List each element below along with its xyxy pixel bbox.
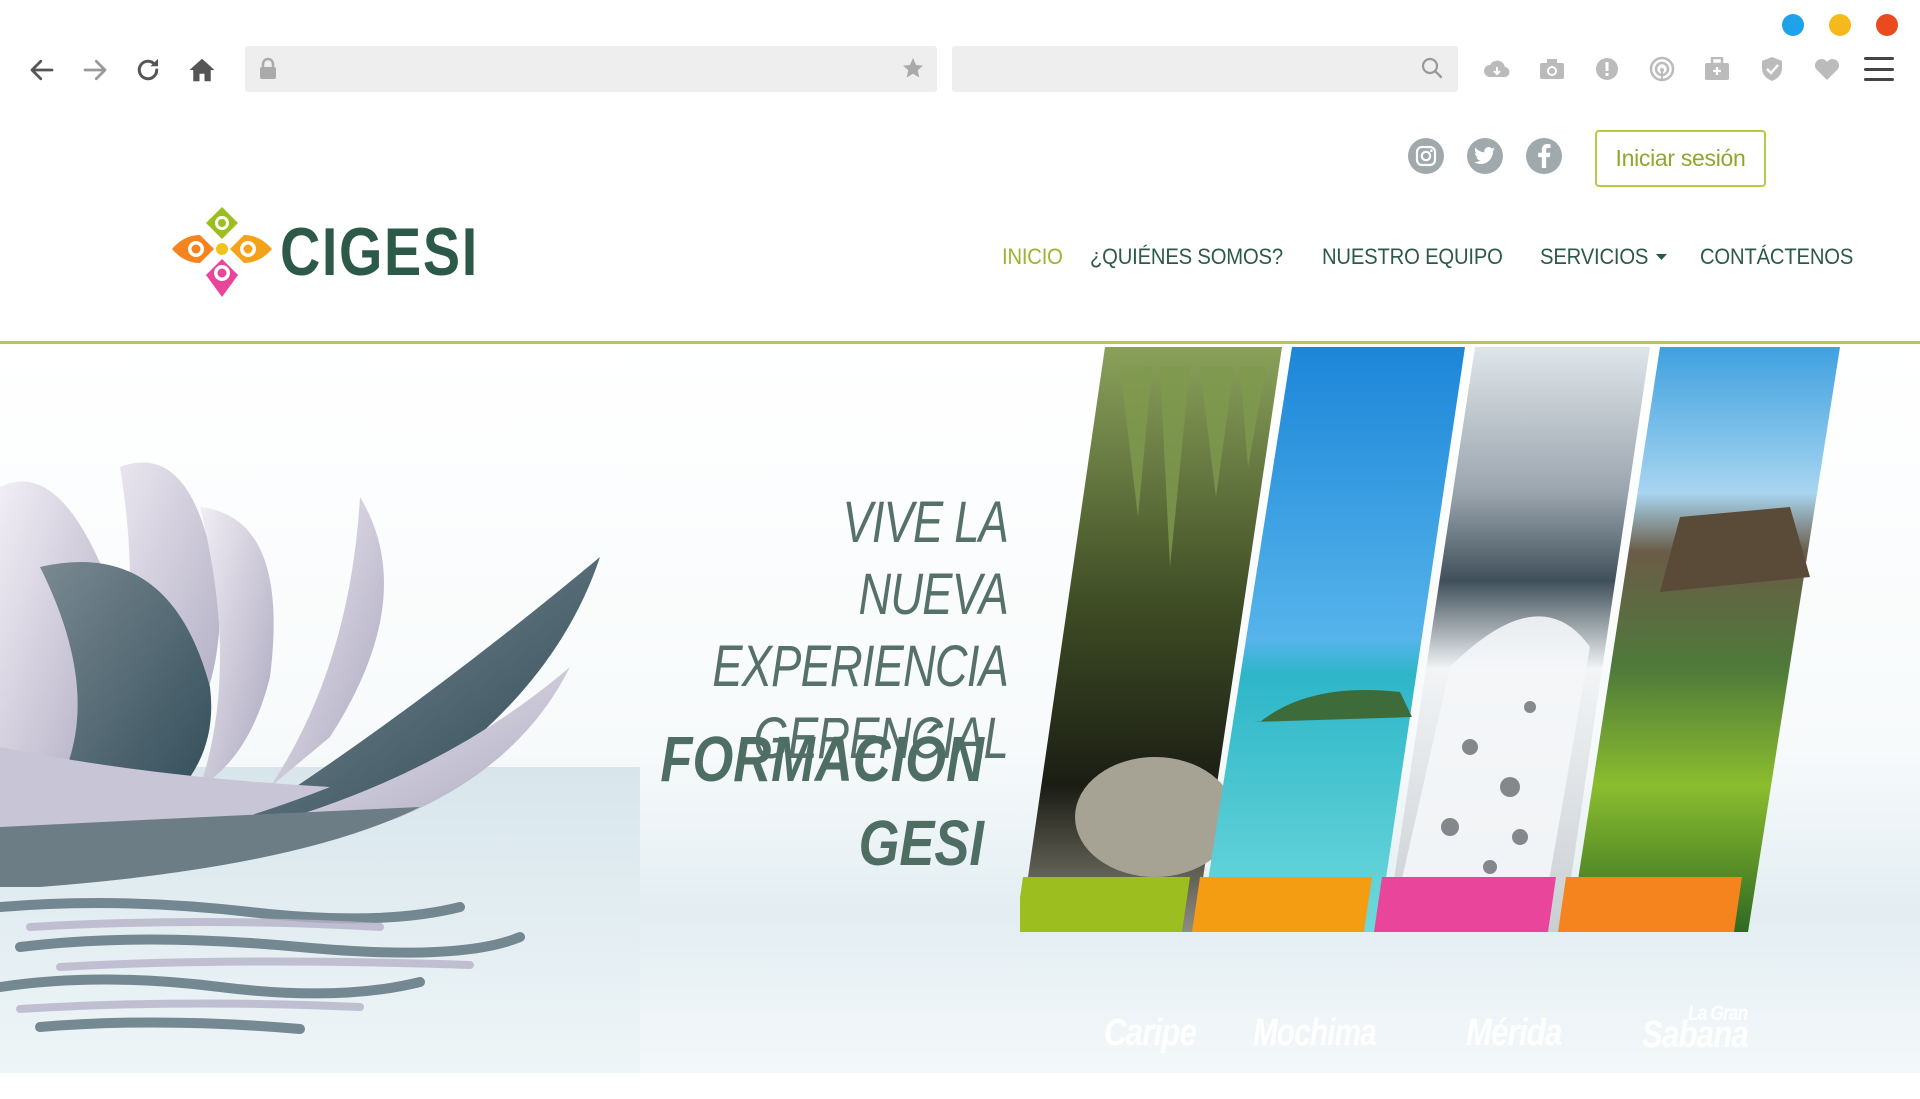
logo-mark-icon <box>172 207 272 297</box>
briefcase-icon[interactable] <box>1700 52 1734 86</box>
panel-label-caripe[interactable]: Caripe <box>1104 1012 1197 1055</box>
main-nav: INICIO ¿QUIÉNES SOMOS? NUESTRO EQUIPO SE… <box>1002 244 1866 270</box>
page-bottom <box>0 1073 1920 1099</box>
facebook-icon[interactable] <box>1526 138 1562 174</box>
nav-nuestro-equipo[interactable]: NUESTRO EQUIPO <box>1322 244 1503 270</box>
search-icon <box>1421 57 1443 79</box>
headline-line-2: GESI <box>858 807 984 879</box>
alert-icon[interactable] <box>1590 52 1624 86</box>
heart-icon[interactable] <box>1810 52 1844 86</box>
headline-line-1: FORMACIÓN <box>660 723 984 795</box>
window-controls <box>1782 14 1898 36</box>
menu-icon[interactable] <box>1864 57 1894 81</box>
site-logo[interactable]: CIGESI <box>170 205 523 299</box>
camera-icon[interactable] <box>1535 52 1569 86</box>
browser-chrome <box>0 0 1920 110</box>
login-button[interactable]: Iniciar sesión <box>1595 130 1766 187</box>
cloud-icon[interactable] <box>1480 52 1514 86</box>
panel-label-mochima[interactable]: Mochima <box>1253 1012 1377 1055</box>
social-links <box>1408 138 1562 174</box>
nav-quienes-somos[interactable]: ¿QUIÉNES SOMOS? <box>1090 244 1283 270</box>
star-icon[interactable] <box>901 56 925 80</box>
reload-icon <box>137 58 159 81</box>
panel-caripe-bar <box>1020 877 1190 932</box>
nav-contactenos[interactable]: CONTÁCTENOS <box>1700 244 1853 270</box>
hero-headline: FORMACIÓN GESI <box>636 717 984 885</box>
site-header: Iniciar sesión CIGESI INICIO ¿QUIÉNES SO… <box>0 110 1920 344</box>
forward-icon <box>83 59 107 81</box>
maximize-button[interactable] <box>1829 14 1851 36</box>
panel-sabana-bar <box>1558 877 1742 932</box>
address-bar[interactable] <box>245 46 937 92</box>
minimize-button[interactable] <box>1782 14 1804 36</box>
home-icon <box>189 58 215 82</box>
nav-servicios[interactable]: SERVICIOS <box>1540 244 1667 270</box>
panel-mochima-bar <box>1192 877 1372 932</box>
rss-icon[interactable] <box>1645 52 1679 86</box>
back-icon <box>30 59 54 81</box>
destination-panels <box>1020 347 1840 932</box>
instagram-icon[interactable] <box>1408 138 1444 174</box>
panel-label-merida[interactable]: Mérida <box>1466 1012 1562 1055</box>
hero-banner: VIVE LA NUEVA EXPERIENCIA GERENCIAL FORM… <box>0 347 1920 1073</box>
shield-icon[interactable] <box>1755 52 1789 86</box>
home-button[interactable] <box>182 50 222 90</box>
tagline-line-2: EXPERIENCIA <box>712 634 1008 699</box>
nav-servicios-label: SERVICIOS <box>1540 244 1649 269</box>
caret-down-icon <box>1655 254 1667 260</box>
panel-label-sabana[interactable]: Sabana <box>1642 1014 1749 1057</box>
panel-merida-bar <box>1374 877 1556 932</box>
tagline-line-1: VIVE LA NUEVA <box>842 490 1008 627</box>
nav-inicio[interactable]: INICIO <box>1002 244 1063 270</box>
reload-button[interactable] <box>128 50 168 90</box>
back-button[interactable] <box>22 50 62 90</box>
lock-icon <box>260 57 276 79</box>
lotus-illustration <box>0 462 640 1073</box>
forward-button[interactable] <box>75 50 115 90</box>
extension-toolbar <box>1480 52 1844 86</box>
logo-text: CIGESI <box>280 214 479 290</box>
close-button[interactable] <box>1876 14 1898 36</box>
search-bar[interactable] <box>952 46 1458 92</box>
twitter-icon[interactable] <box>1467 138 1503 174</box>
